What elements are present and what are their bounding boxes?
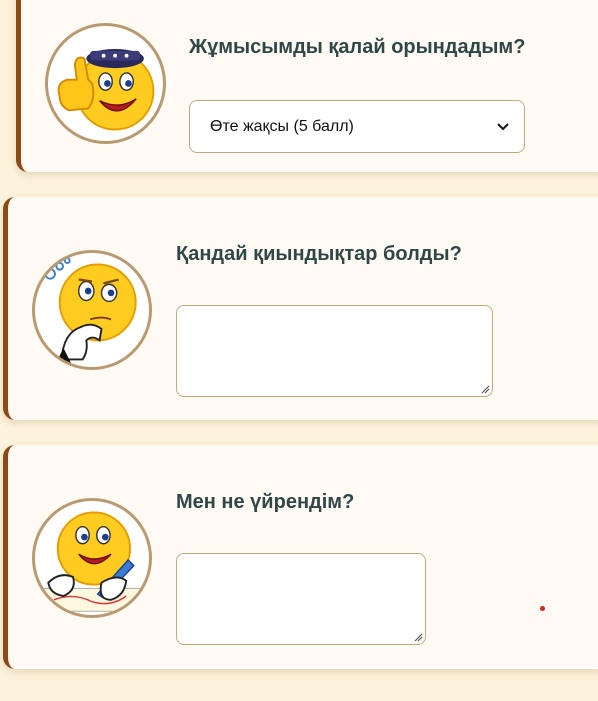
writing-smiley-icon xyxy=(42,511,142,612)
difficulties-textarea[interactable] xyxy=(176,305,493,397)
avatar xyxy=(32,498,152,618)
question-label: Жұмысымды қалай орындадым? xyxy=(189,36,526,58)
reflection-card-difficulties: Қандай қиындықтар болды? xyxy=(3,197,598,420)
reflection-page: Жұмысымды қалай орындадым? Өте жақсы (5 … xyxy=(0,0,598,701)
question-label: Мен не үйрендім? xyxy=(176,491,355,513)
question-label: Қандай қиындықтар болды? xyxy=(176,243,462,265)
resize-grip-icon[interactable] xyxy=(413,632,423,642)
grade-select-value: Өте жақсы (5 балл) xyxy=(210,117,354,135)
resize-grip-icon[interactable] xyxy=(480,384,490,394)
thinking-smiley-icon xyxy=(44,257,137,367)
reflection-card-performance: Жұмысымды қалай орындадым? Өте жақсы (5 … xyxy=(16,0,598,172)
grade-select[interactable]: Өте жақсы (5 балл) xyxy=(189,100,525,153)
reflection-card-learned: Мен не үйрендім? xyxy=(3,445,598,669)
learned-textarea[interactable] xyxy=(176,553,426,645)
thumbs-up-smiley-icon xyxy=(57,49,155,131)
decorative-dot xyxy=(540,606,545,611)
avatar xyxy=(32,250,152,370)
avatar xyxy=(45,23,166,144)
chevron-down-icon xyxy=(497,122,509,130)
